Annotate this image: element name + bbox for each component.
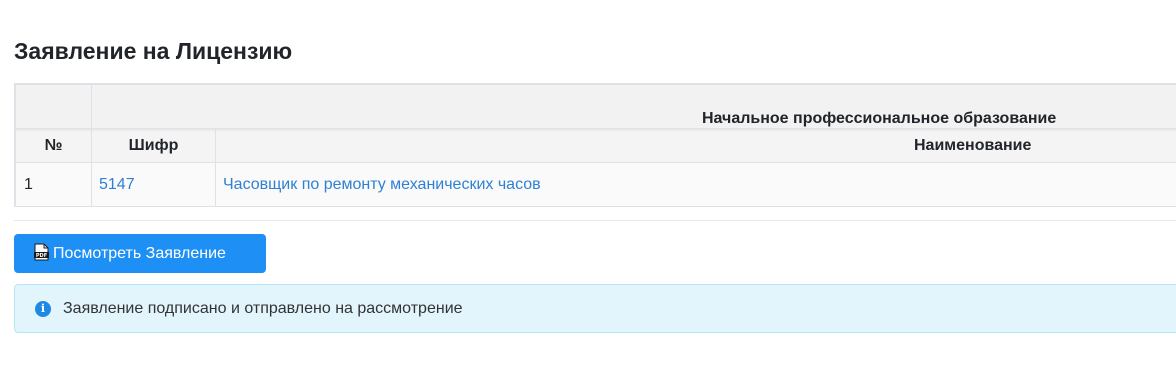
divider [14, 220, 1176, 221]
page: Заявление на Лицензию Начальное професси… [0, 0, 1176, 365]
group-header-label: Начальное профессиональное образование [702, 110, 1057, 127]
view-application-button-label: Посмотреть Заявление [53, 244, 226, 262]
status-alert: i Заявление подписано и отправлено на ра… [14, 284, 1176, 333]
view-application-button[interactable]: PDF Посмотреть Заявление [14, 234, 266, 273]
column-header-num: № [15, 128, 92, 163]
info-icon: i [35, 300, 51, 317]
license-table-container: Начальное профессиональное образование №… [14, 83, 1176, 207]
column-header-code: Шифр [91, 128, 216, 163]
table-group-header: Начальное профессиональное образование [90, 84, 1176, 129]
table-group-header-row: Начальное профессиональное образование [15, 84, 1176, 129]
table-group-header-empty [15, 84, 92, 129]
code-link[interactable]: 5147 [99, 176, 135, 193]
cell-code: 5147 [91, 162, 216, 206]
cell-num: 1 [15, 162, 92, 206]
table-column-header-row: № Шифр Наименование [15, 128, 1176, 163]
cell-name: Часовщик по ремонту механических часов [214, 162, 1176, 206]
name-link[interactable]: Часовщик по ремонту механических часов [223, 176, 541, 193]
table-row: 1 5147 Часовщик по ремонту механических … [15, 162, 1176, 206]
status-alert-text: Заявление подписано и отправлено на расс… [63, 299, 463, 317]
column-header-name-label: Наименование [914, 136, 1032, 154]
svg-text:PDF: PDF [36, 253, 47, 259]
page-title: Заявление на Лицензию [14, 38, 293, 64]
license-table: Начальное профессиональное образование №… [15, 84, 1176, 206]
pdf-icon: PDF [34, 243, 49, 261]
column-header-name: Наименование [214, 128, 1176, 163]
